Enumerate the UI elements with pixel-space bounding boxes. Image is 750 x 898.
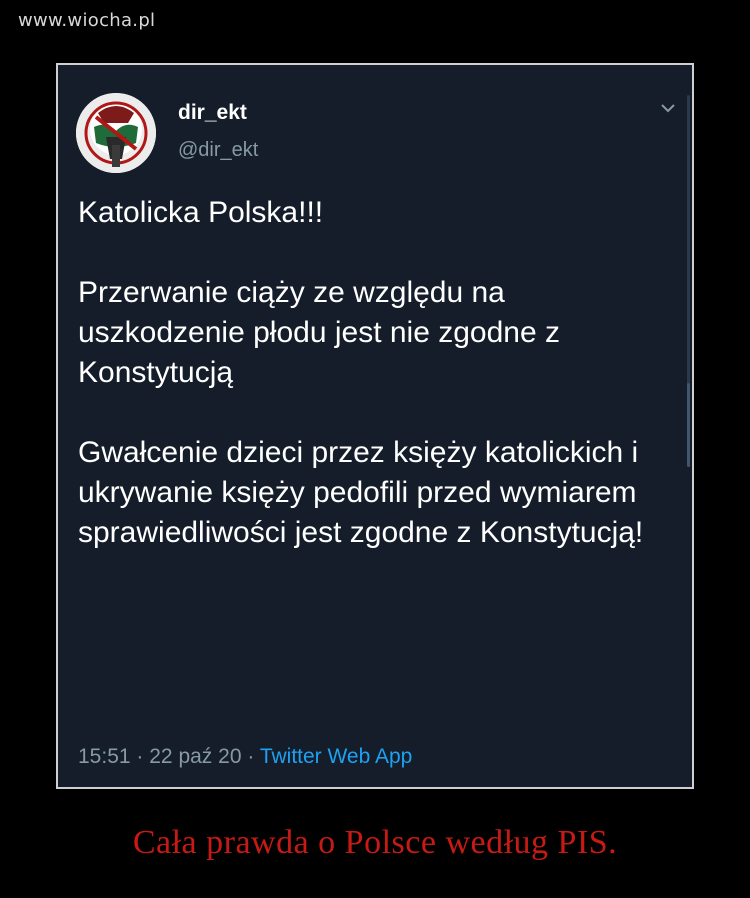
author-name[interactable]: dir_ekt (178, 101, 247, 125)
scrollbar-thumb[interactable] (687, 383, 690, 467)
caption: Cała prawda o Polsce według PIS. (132, 824, 618, 861)
tweet-card: dir_ekt @dir_ekt Katolicka Polska!!! Prz… (58, 65, 692, 787)
tweet-date[interactable]: 22 paź 20 (149, 745, 241, 768)
author-handle[interactable]: @dir_ekt (178, 139, 258, 162)
tweet-meta: 15:51 · 22 paź 20 · Twitter Web App (78, 745, 412, 769)
meta-separator: · (136, 745, 144, 768)
tweet-source-link[interactable]: Twitter Web App (260, 745, 413, 768)
watermark: www.wiocha.pl (18, 10, 156, 31)
tweet-screenshot-frame: dir_ekt @dir_ekt Katolicka Polska!!! Prz… (56, 63, 694, 789)
tweet-text: Katolicka Polska!!! Przerwanie ciąży ze … (78, 196, 644, 549)
meta-separator: · (247, 745, 255, 768)
avatar-image (76, 93, 156, 173)
tweet-time[interactable]: 15:51 (78, 745, 131, 768)
chevron-down-icon[interactable] (658, 101, 678, 115)
avatar[interactable] (76, 93, 156, 173)
